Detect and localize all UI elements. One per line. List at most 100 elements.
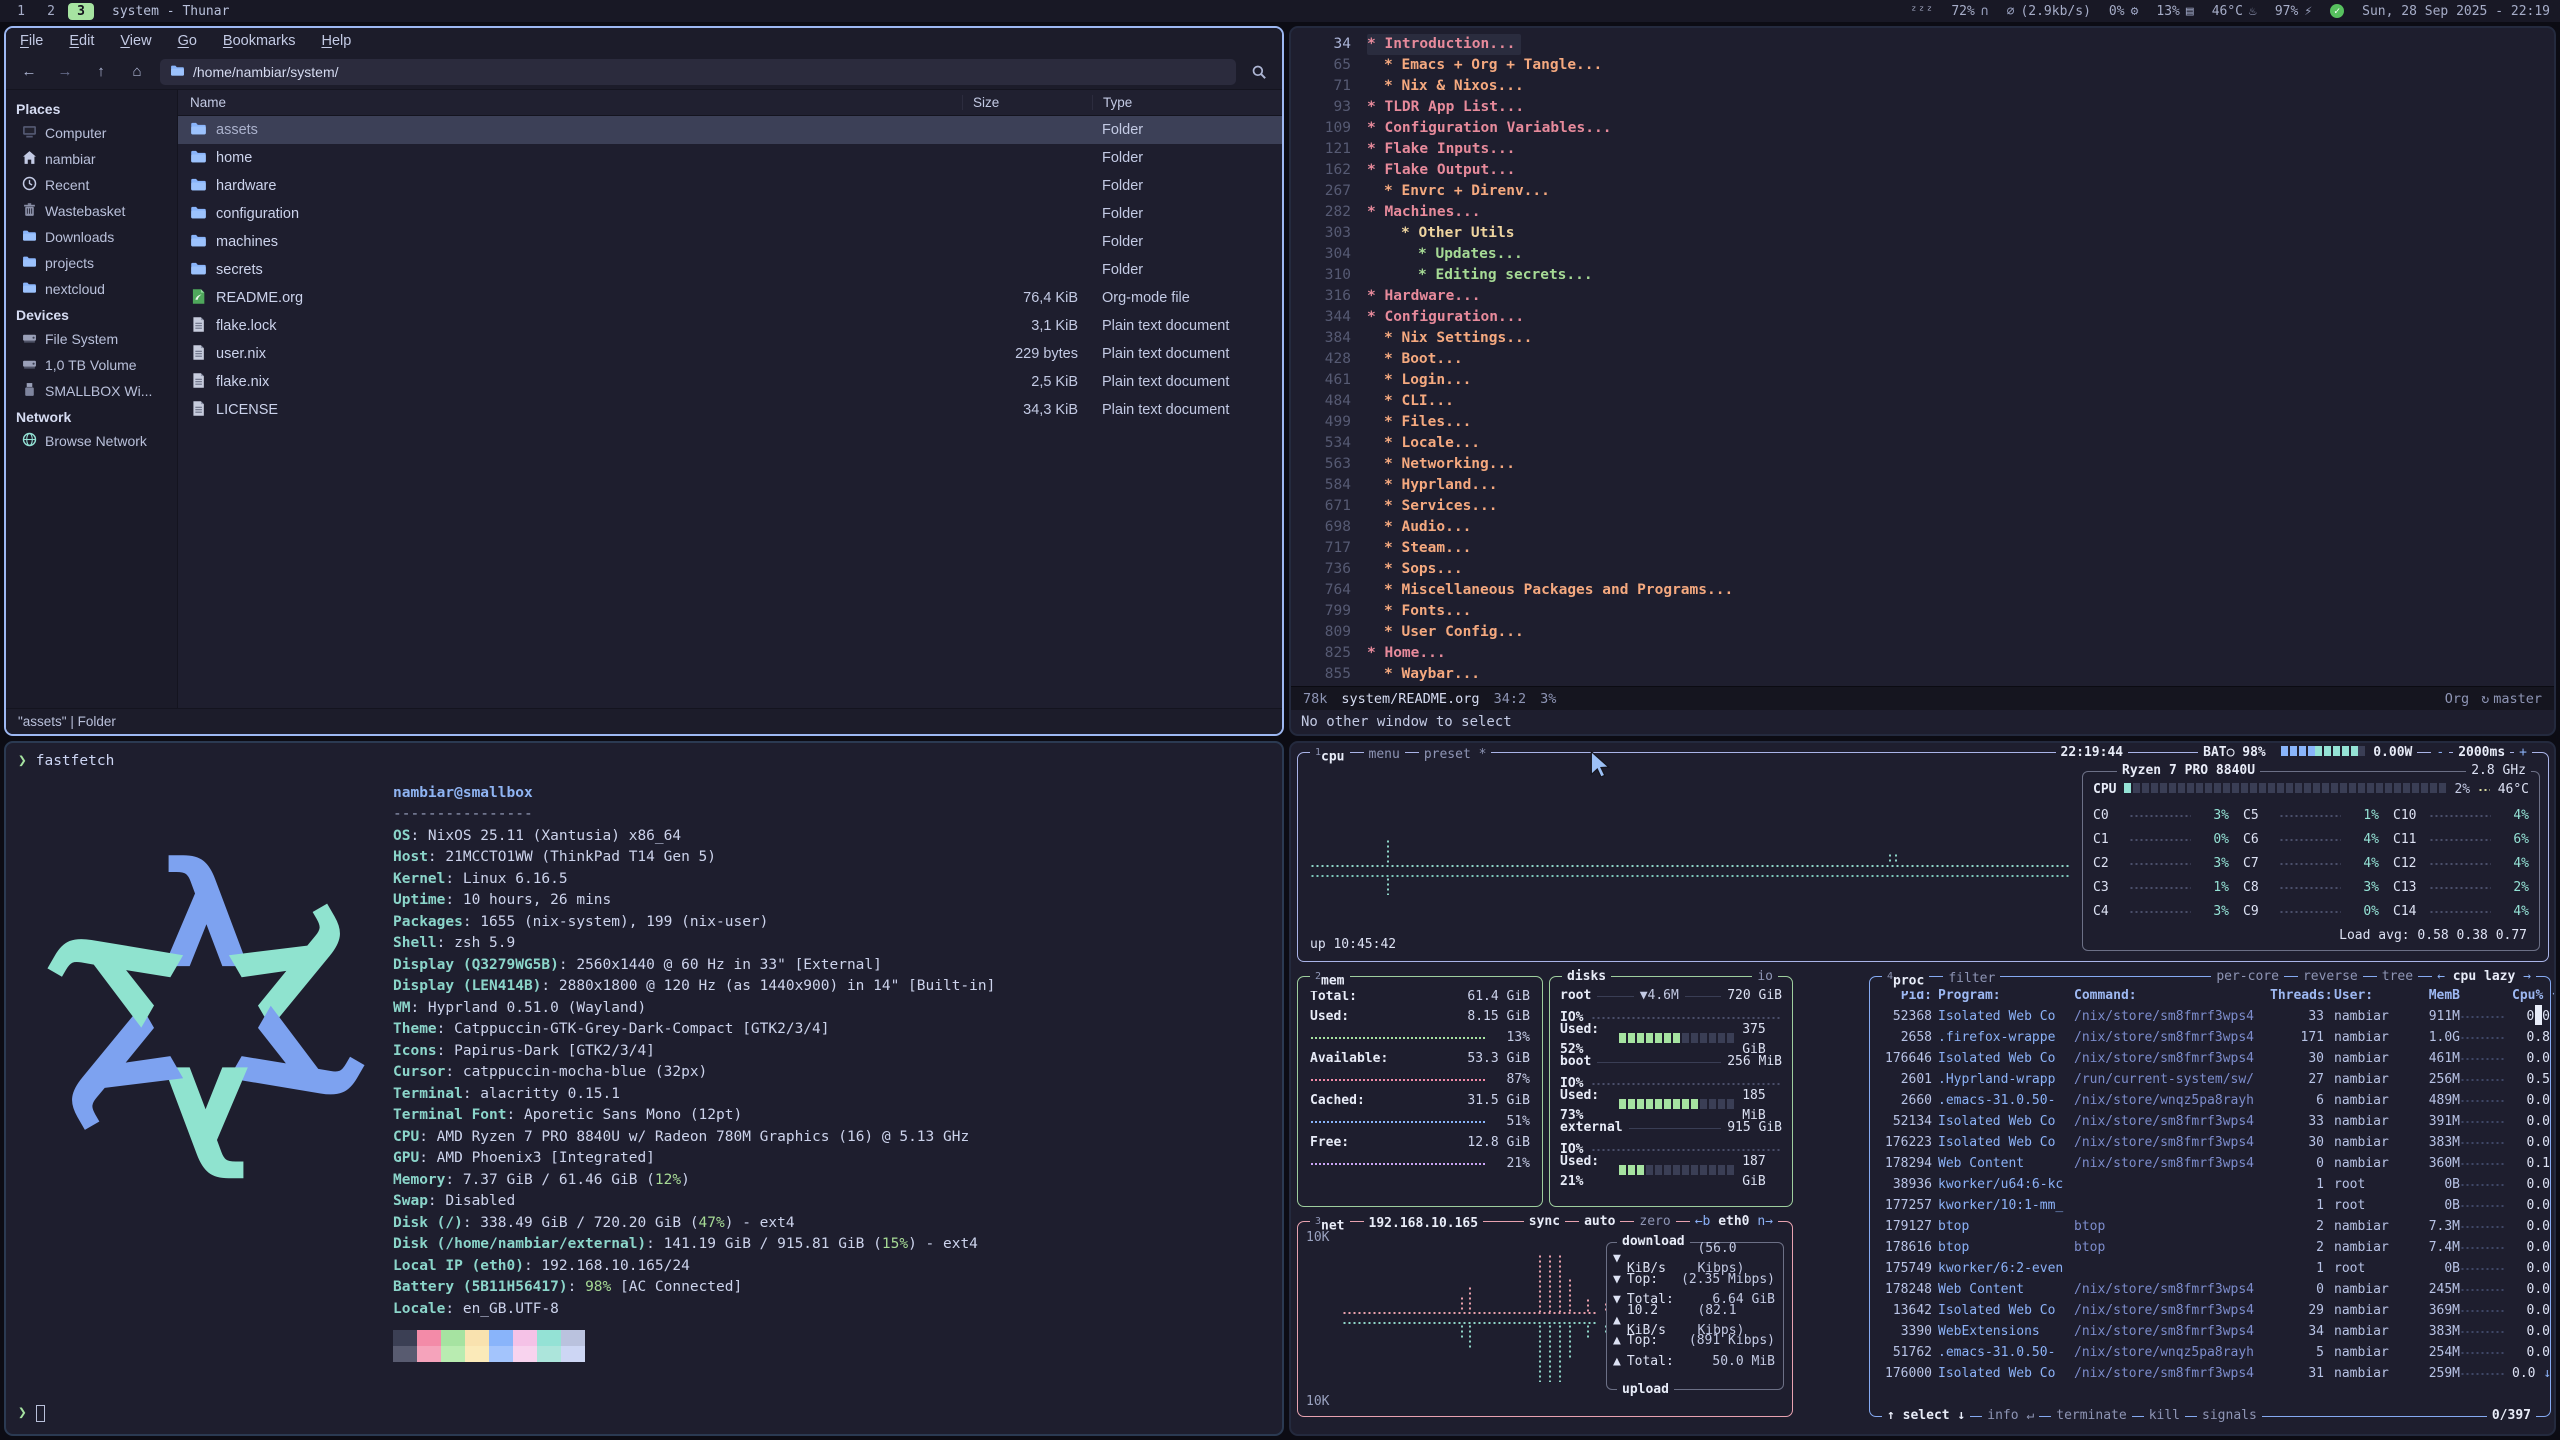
file-list-header: Name Size Type — [178, 90, 1282, 116]
file-row-readme-org[interactable]: README.org76,4 KiBOrg-mode file — [178, 284, 1282, 312]
opt-tree[interactable]: tree — [2377, 967, 2418, 987]
file-row-flake-nix[interactable]: flake.nix2,5 KiBPlain text document — [178, 368, 1282, 396]
forward-button[interactable]: → — [52, 60, 78, 84]
proc-row[interactable]: 176646Isolated Web Co/nix/store/sm8fmrf3… — [1880, 1048, 2540, 1069]
sidebar-item-projects[interactable]: projects — [6, 250, 177, 276]
proc-row[interactable]: 2660.emacs-31.0.50-/nix/store/wnqz5pa8ra… — [1880, 1090, 2540, 1111]
tab-proc[interactable]: 4proc — [1882, 967, 1929, 991]
net-sync[interactable]: sync — [1524, 1212, 1565, 1232]
proc-row[interactable]: 2601.Hyprland-wrapp/run/current-system/s… — [1880, 1069, 2540, 1090]
net-interface[interactable]: ←b eth0 n→ — [1690, 1212, 1778, 1232]
menu-file[interactable]: File — [20, 33, 43, 49]
proc-row[interactable]: 52368Isolated Web Co/nix/store/sm8fmrf3w… — [1880, 1006, 2540, 1027]
sidebar-item-computer[interactable]: Computer — [6, 120, 177, 146]
file-row-flake-lock[interactable]: flake.lock3,1 KiBPlain text document — [178, 312, 1282, 340]
tab-cpu[interactable]: 1cpu — [1310, 743, 1350, 767]
key-info[interactable]: info ↵ — [1982, 1406, 2039, 1426]
tab-disks[interactable]: disks — [1562, 967, 1611, 987]
proc-row[interactable]: 178616btopbtop2nambiar7.4M0.0 — [1880, 1237, 2540, 1258]
back-button[interactable]: ← — [16, 60, 42, 84]
proc-scrollbar-thumb[interactable] — [2535, 1005, 2542, 1025]
sidebar-item-file-system[interactable]: File System — [6, 326, 177, 352]
column-name[interactable]: Name — [178, 95, 962, 110]
tab-io[interactable]: io — [1752, 967, 1778, 987]
sidebar-item-downloads[interactable]: Downloads — [6, 224, 177, 250]
key-select[interactable]: ↑ select ↓ — [1882, 1406, 1970, 1426]
interval-minus[interactable]: - — [2431, 743, 2449, 763]
current-path: /home/nambiar/system/ — [193, 64, 339, 80]
workspace-2[interactable]: 2 — [38, 3, 64, 20]
home-button[interactable]: ⌂ — [124, 60, 150, 84]
file-row-machines[interactable]: machinesFolder — [178, 228, 1282, 256]
gear-icon: ⚙ — [2131, 4, 2139, 19]
menu-edit[interactable]: Edit — [69, 33, 94, 49]
org-heading: * Audio... — [1384, 517, 1477, 538]
net-auto[interactable]: auto — [1579, 1212, 1620, 1232]
proc-row[interactable]: 38936kworker/u64:6-kc1root0B0.0 — [1880, 1174, 2540, 1195]
sidebar-item-nambiar[interactable]: nambiar — [6, 146, 177, 172]
sidebar-item-recent[interactable]: Recent — [6, 172, 177, 198]
path-bar[interactable]: /home/nambiar/system/ — [160, 59, 1236, 85]
search-button[interactable] — [1246, 60, 1272, 84]
tab-filter[interactable]: filter — [1943, 969, 2000, 989]
column-size[interactable]: Size — [962, 95, 1092, 110]
org-heading-line: 304* Updates... — [1291, 244, 2554, 265]
sidebar-item-browse-network[interactable]: Browse Network — [6, 428, 177, 454]
key-signals[interactable]: signals — [2197, 1406, 2262, 1426]
sidebar-item-1-0-tb-volume[interactable]: 1,0 TB Volume — [6, 352, 177, 378]
disk-title-external: external915 GiB — [1560, 1117, 1782, 1139]
file-row-home[interactable]: homeFolder — [178, 144, 1282, 172]
proc-row[interactable]: 176000Isolated Web Co/nix/store/sm8fmrf3… — [1880, 1363, 2540, 1384]
net-zero[interactable]: zero — [1634, 1212, 1675, 1232]
mouse-cursor — [1588, 751, 1612, 777]
column-type[interactable]: Type — [1092, 95, 1282, 110]
sort-selector[interactable]: ← cpu lazy → — [2432, 967, 2536, 987]
fastfetch-line: Terminal: alacritty 0.15.1 — [393, 1084, 1270, 1106]
sidebar-item-wastebasket[interactable]: Wastebasket — [6, 198, 177, 224]
key-terminate[interactable]: terminate — [2051, 1406, 2131, 1426]
sidebar-item-nextcloud[interactable]: nextcloud — [6, 276, 177, 302]
file-row-configuration[interactable]: configurationFolder — [178, 200, 1282, 228]
menu-go[interactable]: Go — [178, 33, 197, 49]
proc-row[interactable]: 177257kworker/10:1-mm_1root0B0.0 — [1880, 1195, 2540, 1216]
workspace-1[interactable]: 1 — [8, 3, 34, 20]
key-kill[interactable]: kill — [2144, 1406, 2185, 1426]
tab-preset[interactable]: preset * — [1419, 745, 1492, 765]
interval-plus[interactable]: + — [2514, 743, 2532, 763]
tab-menu[interactable]: menu — [1364, 745, 1405, 765]
proc-row[interactable]: 176223Isolated Web Co/nix/store/sm8fmrf3… — [1880, 1132, 2540, 1153]
file-row-secrets[interactable]: secretsFolder — [178, 256, 1282, 284]
workspace-3[interactable]: 3 — [68, 3, 94, 20]
opt-reverse[interactable]: reverse — [2298, 967, 2363, 987]
core-row: C10% — [2093, 828, 2229, 852]
file-row-assets[interactable]: assetsFolder — [178, 116, 1282, 144]
menu-bookmarks[interactable]: Bookmarks — [223, 33, 296, 49]
sidebar-item-smallbox-wi-[interactable]: SMALLBOX Wi... — [6, 378, 177, 404]
proc-row[interactable]: 52134Isolated Web Co/nix/store/sm8fmrf3w… — [1880, 1111, 2540, 1132]
proc-row[interactable]: 175749kworker/6:2-even1root0B0.0 — [1880, 1258, 2540, 1279]
core-column: C03%C10%C23%C31%C43% — [2093, 804, 2229, 924]
proc-row[interactable]: 3390WebExtensions/nix/store/sm8fmrf3wps4… — [1880, 1321, 2540, 1342]
opt-per-core[interactable]: per-core — [2211, 967, 2284, 987]
menu-view[interactable]: View — [120, 33, 151, 49]
net-spike — [1558, 1324, 1562, 1382]
shell-prompt-line[interactable]: ❯ — [18, 1403, 45, 1425]
fastfetch-line: Terminal Font: Aporetic Sans Mono (12pt) — [393, 1105, 1270, 1127]
file-row-hardware[interactable]: hardwareFolder — [178, 172, 1282, 200]
core-row: C116% — [2393, 828, 2529, 852]
proc-row[interactable]: 178294Web Content/nix/store/sm8fmrf3wps4… — [1880, 1153, 2540, 1174]
tab-mem[interactable]: 2mem — [1310, 967, 1350, 991]
proc-row[interactable]: 13642Isolated Web Co/nix/store/sm8fmrf3w… — [1880, 1300, 2540, 1321]
org-heading: * Fonts... — [1384, 601, 1477, 622]
file-row-license[interactable]: LICENSE34,3 KiBPlain text document — [178, 396, 1282, 424]
buffer-name: system/README.org — [1341, 691, 1479, 707]
file-row-user-nix[interactable]: user.nix229 bytesPlain text document — [178, 340, 1282, 368]
org-heading-line: 109* Configuration Variables... — [1291, 118, 2554, 139]
menu-help[interactable]: Help — [321, 33, 351, 49]
proc-row[interactable]: 51762.emacs-31.0.50-/nix/store/wnqz5pa8r… — [1880, 1342, 2540, 1363]
proc-row[interactable]: 178248Web Content/nix/store/sm8fmrf3wps4… — [1880, 1279, 2540, 1300]
proc-row[interactable]: 2658.firefox-wrappe/nix/store/sm8fmrf3wp… — [1880, 1027, 2540, 1048]
major-mode: Org — [2445, 691, 2469, 707]
up-button[interactable]: ↑ — [88, 60, 114, 84]
proc-row[interactable]: 179127btopbtop2nambiar7.3M0.0 — [1880, 1216, 2540, 1237]
